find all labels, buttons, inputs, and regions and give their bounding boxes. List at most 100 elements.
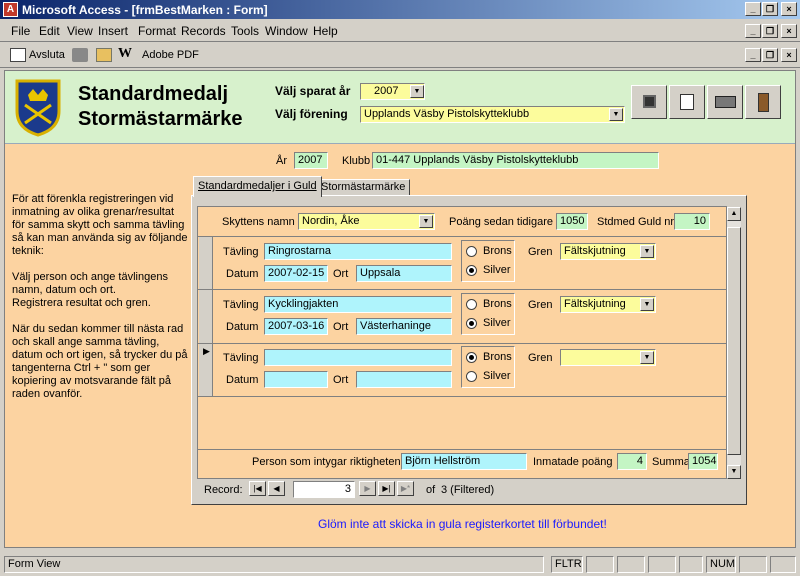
print-button[interactable]: [707, 85, 743, 119]
tavling-label: Tävling: [223, 246, 259, 258]
menu-edit[interactable]: Edit: [39, 24, 60, 38]
save-button[interactable]: [631, 85, 667, 119]
ort-field[interactable]: Uppsala: [356, 265, 452, 282]
klubb-field[interactable]: 01-447 Upplands Väsby Pistolskytteklubb: [372, 152, 659, 169]
folder-icon[interactable]: [96, 48, 112, 62]
intygar-label: Person som intygar riktigheten: [252, 456, 401, 468]
access-app-icon[interactable]: A: [3, 2, 18, 17]
ar-field[interactable]: 2007: [294, 152, 328, 169]
status-panel: [648, 556, 676, 573]
intygar-field[interactable]: Björn Hellström: [401, 453, 527, 470]
status-fltr: FLTR: [551, 556, 583, 573]
record-selector[interactable]: [199, 237, 213, 289]
inmatade-field[interactable]: 4: [617, 453, 647, 470]
poang-field[interactable]: 1050: [556, 213, 588, 230]
record-label: Record:: [204, 484, 243, 496]
inner-minimize-icon[interactable]: _: [745, 48, 761, 62]
close-icon[interactable]: ×: [781, 2, 797, 16]
chevron-down-icon[interactable]: ▼: [419, 215, 433, 228]
radio-dot: [469, 268, 474, 273]
brons-radio[interactable]: [466, 246, 477, 257]
chevron-down-icon[interactable]: ▼: [640, 351, 654, 364]
scroll-thumb[interactable]: [727, 227, 741, 455]
inner-close-icon[interactable]: ×: [781, 48, 797, 62]
status-panel: [586, 556, 614, 573]
ort-field[interactable]: Västerhaninge: [356, 318, 452, 335]
tab-stormastarmarke[interactable]: Stormästarmärke: [316, 179, 411, 196]
chevron-down-icon[interactable]: ▼: [640, 245, 654, 258]
summa-field[interactable]: 1054: [688, 453, 718, 470]
brons-radio[interactable]: [466, 352, 477, 363]
datum-field[interactable]: [264, 371, 328, 388]
silver-radio[interactable]: [466, 371, 477, 382]
preview-button[interactable]: [669, 85, 705, 119]
skytt-combo[interactable]: Nordin, Åke: [298, 213, 435, 230]
club-combo[interactable]: Upplands Väsby Pistolskytteklubb: [360, 106, 625, 123]
chevron-down-icon[interactable]: ▼: [640, 298, 654, 311]
of-label: of: [426, 484, 436, 496]
silver-label: Silver: [483, 317, 511, 329]
status-num: NUM: [706, 556, 736, 573]
next-record-icon[interactable]: ▶: [359, 481, 376, 496]
menu-insert[interactable]: Insert: [98, 24, 128, 38]
silver-radio[interactable]: [466, 265, 477, 276]
status-panel: [679, 556, 703, 573]
brons-label: Brons: [483, 351, 512, 363]
inner-restore-icon[interactable]: ❐: [762, 48, 778, 62]
silver-radio[interactable]: [466, 318, 477, 329]
gren-label: Gren: [528, 352, 553, 364]
gren-label: Gren: [528, 246, 553, 258]
doc-restore-icon[interactable]: ❐: [762, 24, 778, 38]
ort-field[interactable]: [356, 371, 452, 388]
brons-radio[interactable]: [466, 299, 477, 310]
tavling-field[interactable]: Ringrostarna: [264, 243, 452, 260]
stdmed-label: Stdmed Guld nr: [597, 216, 675, 228]
menu-tools[interactable]: Tools: [231, 24, 259, 38]
form-icon[interactable]: [10, 48, 26, 62]
print-icon[interactable]: [72, 48, 88, 62]
datum-field[interactable]: 2007-02-15: [264, 265, 328, 282]
reminder-text: Glöm inte att skicka in gula registerkor…: [318, 517, 607, 531]
chevron-down-icon[interactable]: ▼: [609, 108, 623, 121]
avsluta-button[interactable]: Avsluta: [29, 49, 65, 61]
stdmed-field[interactable]: 10: [674, 213, 710, 230]
record-selector[interactable]: [199, 290, 213, 343]
disk-icon: [643, 95, 656, 108]
exit-button[interactable]: [745, 85, 781, 119]
adobe-pdf-button[interactable]: Adobe PDF: [142, 49, 199, 61]
title-bar: A Microsoft Access - [frmBestMarken : Fo…: [0, 0, 800, 19]
menu-view[interactable]: View: [67, 24, 93, 38]
minimize-icon[interactable]: _: [745, 2, 761, 16]
divider: [198, 449, 726, 450]
new-record-icon[interactable]: ▶*: [397, 481, 414, 496]
restore-icon[interactable]: ❐: [762, 2, 778, 16]
year-value: 2007: [374, 85, 399, 97]
gren-value: Fältskjutning: [564, 245, 626, 257]
menu-help[interactable]: Help: [313, 24, 338, 38]
skytt-label: Skyttens namn: [222, 216, 295, 228]
vertical-scrollbar[interactable]: ▲ ▼: [727, 207, 741, 479]
word-icon[interactable]: W: [118, 46, 134, 61]
scroll-up-icon[interactable]: ▲: [727, 207, 741, 221]
menu-format[interactable]: Format: [138, 24, 176, 38]
scroll-down-icon[interactable]: ▼: [727, 465, 741, 479]
brons-label: Brons: [483, 298, 512, 310]
tab-standardmedaljer[interactable]: Standardmedaljer i Guld: [193, 176, 322, 197]
record-selector[interactable]: ▶: [199, 344, 213, 396]
menu-window[interactable]: Window: [265, 24, 308, 38]
form-title-2: Stormästarmärke: [78, 108, 243, 130]
ort-label: Ort: [333, 321, 349, 333]
menu-records[interactable]: Records: [181, 24, 226, 38]
chevron-down-icon[interactable]: ▼: [410, 85, 424, 98]
tavling-field[interactable]: [264, 349, 452, 366]
record-number-input[interactable]: 3: [293, 481, 355, 498]
doc-minimize-icon[interactable]: _: [745, 24, 761, 38]
doc-close-icon[interactable]: ×: [781, 24, 797, 38]
status-panel: [770, 556, 796, 573]
tavling-field[interactable]: Kycklingjakten: [264, 296, 452, 313]
datum-field[interactable]: 2007-03-16: [264, 318, 328, 335]
menu-file[interactable]: File: [11, 24, 30, 38]
last-record-icon[interactable]: ▶|: [378, 481, 395, 496]
first-record-icon[interactable]: |◀: [249, 481, 266, 496]
prev-record-icon[interactable]: ◀: [268, 481, 285, 496]
